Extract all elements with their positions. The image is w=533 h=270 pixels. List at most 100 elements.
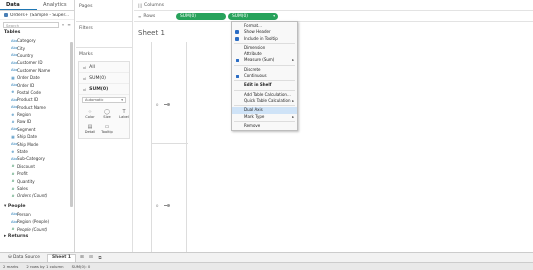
sheet-title[interactable]: Sheet 1	[134, 27, 533, 40]
lower-mark[interactable]	[167, 204, 170, 207]
field-label: State	[17, 149, 28, 155]
field-label: Ship Mode	[17, 141, 39, 147]
menu-item-mark-type[interactable]: Mark Type ▸	[232, 114, 297, 120]
data-pane: Data Analytics Orders+ (Sample - Super..…	[0, 0, 75, 252]
field-row-id[interactable]: # Row ID	[0, 118, 74, 125]
detail-button[interactable]: ▤ Detail	[82, 122, 98, 136]
color-button[interactable]: ⁘ Color	[82, 107, 98, 121]
tab-sheet-1[interactable]: Sheet 1	[46, 253, 76, 262]
dimension-type-icon: Abc	[11, 38, 18, 43]
field-label: Order Date	[17, 75, 40, 81]
upper-mark[interactable]	[167, 103, 170, 106]
field-sales[interactable]: # Sales	[0, 185, 74, 192]
field-product-name[interactable]: Abc Product Name	[0, 104, 74, 111]
field-quantity[interactable]: # Quantity	[0, 177, 74, 184]
mark-type-value: Automatic	[85, 98, 104, 102]
field-label: Discount	[17, 163, 35, 169]
dimension-type-icon: Abc	[11, 219, 18, 224]
columns-shelf[interactable]: ||| Columns	[134, 0, 533, 11]
field-ship-date[interactable]: ▦ Ship Date	[0, 133, 74, 140]
rows-shelf-label: ≡ Rows	[134, 14, 176, 19]
field-order-id[interactable]: Abc Order ID	[0, 81, 74, 88]
filters-card[interactable]: Filters	[76, 22, 132, 48]
field-label: Profit	[17, 171, 28, 177]
datasource-item[interactable]: Orders+ (Sample - Super...	[0, 11, 74, 20]
field-state[interactable]: ⊕ State	[0, 148, 74, 155]
field-person[interactable]: Abc Person	[0, 211, 74, 218]
field-segment[interactable]: Abc Segment	[0, 126, 74, 133]
menu-item-include-in-tooltip[interactable]: Include in Tooltip	[232, 36, 297, 42]
label-button[interactable]: T Label	[116, 107, 132, 121]
marks-row-label: SUM(0)	[89, 86, 109, 92]
field-customer-id[interactable]: Abc Customer ID	[0, 59, 74, 66]
menu-item-label: Dual Axis	[244, 107, 263, 113]
field-discount[interactable]: # Discount	[0, 163, 74, 170]
measure-type-icon: #	[11, 193, 15, 198]
rows-shelf[interactable]: ≡ Rows SUM(0) SUM(0) ▾	[134, 11, 533, 22]
marks-row-sum-1[interactable]: ııl SUM(0)	[79, 73, 129, 84]
mark-type-dropdown[interactable]: Automatic ▾	[82, 97, 126, 103]
tab-data[interactable]: Data	[0, 0, 37, 10]
marks-row-sum-2[interactable]: ııl SUM(0)	[79, 84, 129, 95]
dimension-type-icon: ⊕	[11, 149, 15, 154]
size-button[interactable]: ◯ Size	[99, 107, 115, 121]
new-story-icon[interactable]: ⧉	[97, 255, 103, 261]
field-orders-count[interactable]: # Orders (Count)	[0, 192, 74, 199]
field-order-date[interactable]: ▦ Order Date	[0, 74, 74, 81]
menu-item-label: Mark Type	[244, 113, 265, 119]
new-worksheet-icon[interactable]: ⊞	[79, 255, 85, 260]
size-button-label: Size	[103, 115, 111, 119]
menu-item-quick-table-calculation[interactable]: Quick Table Calculation ▸	[232, 98, 297, 104]
axis-pane[interactable]: 0 0	[151, 42, 188, 260]
axis-lower-label: 0	[156, 203, 159, 208]
field-sub-category[interactable]: Abc Sub-Category	[0, 155, 74, 162]
search-input[interactable]: Search	[3, 21, 59, 28]
marks-row-all[interactable]: ııl All	[79, 62, 129, 73]
submenu-arrow-icon: ▸	[292, 58, 294, 63]
rows-label-text: Rows	[143, 13, 156, 19]
field-ship-mode[interactable]: Abc Ship Mode	[0, 140, 74, 147]
pages-card[interactable]: Pages	[76, 0, 132, 22]
menu-item-remove[interactable]: Remove	[232, 123, 297, 129]
data-pane-scrollbar[interactable]	[70, 42, 73, 207]
menu-item-label: Discrete	[244, 66, 261, 72]
tooltip-button[interactable]: ▭ Tooltip	[99, 122, 115, 136]
people-header-label: People	[7, 203, 26, 209]
tab-analytics[interactable]: Analytics	[37, 0, 74, 10]
list-view-icon[interactable]: ≡	[67, 22, 71, 27]
field-label: People (Count)	[17, 226, 48, 232]
field-postal-code[interactable]: ⊕ Postal Code	[0, 89, 74, 96]
measure-type-icon: #	[11, 171, 15, 176]
rows-pill-label: SUM(0)	[180, 13, 197, 19]
field-city[interactable]: Abc City	[0, 44, 74, 51]
submenu-arrow-icon: ▸	[292, 98, 294, 103]
filter-icon[interactable]: ▿	[61, 22, 65, 27]
field-region[interactable]: ⊕ Region	[0, 111, 74, 118]
menu-item-continuous[interactable]: Continuous	[232, 73, 297, 79]
tab-data-source[interactable]: ⛁ Data Source	[3, 254, 44, 262]
field-country[interactable]: Abc Country	[0, 52, 74, 59]
orders-field-list: Abc Category Abc City Abc Country Abc Customer …	[0, 37, 74, 200]
field-product-id[interactable]: Abc Product ID	[0, 96, 74, 103]
menu-item-measure-sum[interactable]: Measure (Sum) ▸	[232, 57, 297, 63]
menu-item-edit-in-shelf[interactable]: Edit in Shelf	[232, 82, 297, 88]
field-customer-name[interactable]: Abc Customer Name	[0, 67, 74, 74]
menu-item-label: Continuous	[244, 73, 267, 79]
field-label: Region	[17, 112, 32, 118]
field-category[interactable]: Abc Category	[0, 37, 74, 44]
field-region-people[interactable]: Abc Region (People)	[0, 218, 74, 225]
rows-pill-sum-1[interactable]: SUM(0)	[176, 12, 226, 20]
axis-upper-label: 0	[156, 102, 159, 107]
menu-separator	[234, 42, 295, 44]
people-header[interactable]: ▾ People	[0, 203, 74, 211]
rows-pill-sum-2[interactable]: SUM(0) ▾	[228, 12, 278, 20]
sheet-tabs-bar: ⛁ Data Source Sheet 1 ⊞ ⊟ ⧉	[0, 252, 533, 262]
bar-chart-icon: ııl	[83, 64, 87, 70]
new-dashboard-icon[interactable]: ⊟	[88, 255, 94, 260]
columns-shelf-label: ||| Columns	[134, 3, 176, 8]
field-profit[interactable]: # Profit	[0, 170, 74, 177]
returns-header[interactable]: ▸ Returns	[0, 233, 74, 241]
dimension-type-icon: Abc	[11, 68, 18, 73]
field-people-count[interactable]: # People (Count)	[0, 225, 74, 232]
field-label: Quantity	[17, 178, 35, 184]
